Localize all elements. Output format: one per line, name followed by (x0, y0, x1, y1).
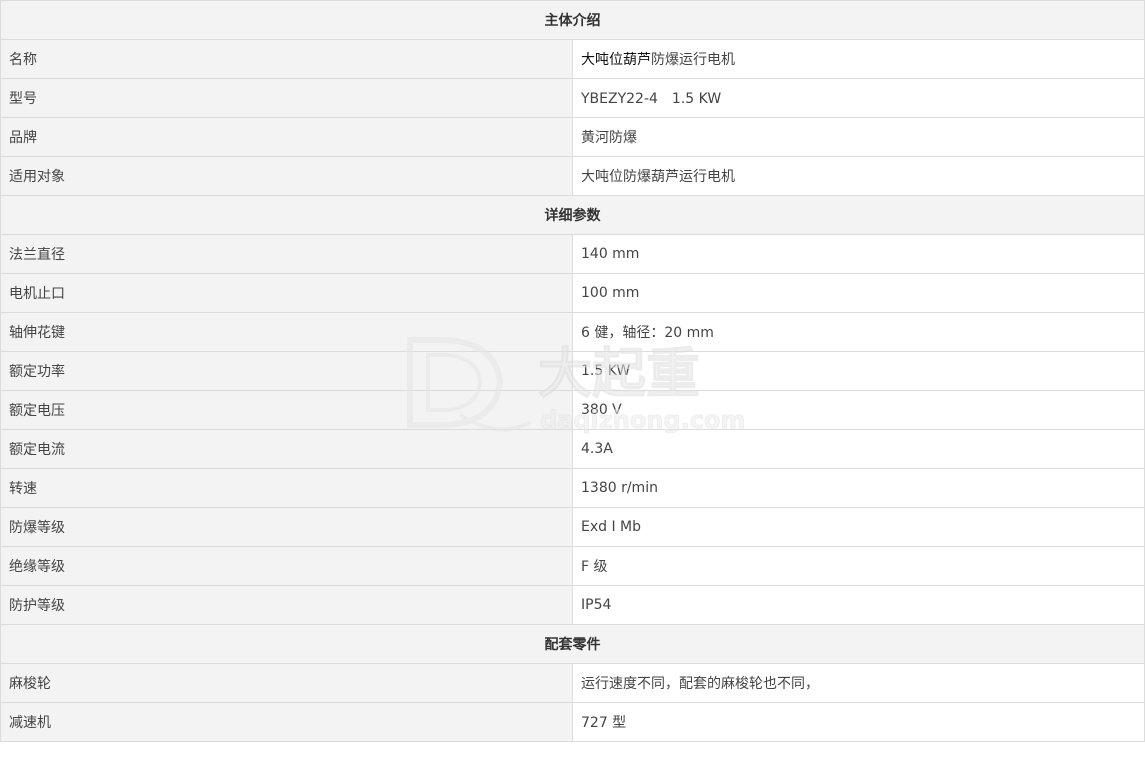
row-label: 麻梭轮 (0, 663, 573, 703)
table-row: 电机止口 100 mm (0, 273, 1145, 313)
row-label: 绝缘等级 (0, 546, 573, 586)
row-value: 1.5 KW (572, 351, 1145, 391)
row-value: 大吨位防爆葫芦运行电机 (572, 156, 1145, 196)
row-value-strong: 大吨位葫芦 (581, 52, 651, 68)
row-value: 大吨位葫芦防爆运行电机 (572, 39, 1145, 79)
row-label: 轴伸花键 (0, 312, 573, 352)
row-label: 额定电压 (0, 390, 573, 430)
row-label: 品牌 (0, 117, 573, 157)
section-title-params: 详细参数 (0, 195, 1145, 235)
row-label: 转速 (0, 468, 573, 508)
table-row: 防爆等级 Exd I Mb (0, 507, 1145, 547)
row-value: F 级 (572, 546, 1145, 586)
row-label: 名称 (0, 39, 573, 79)
table-row: 额定电流 4.3A (0, 429, 1145, 469)
table-row: 减速机 727 型 (0, 702, 1145, 742)
table-row: 轴伸花键 6 健，轴径：20 mm (0, 312, 1145, 352)
row-value: 黄河防爆 (572, 117, 1145, 157)
row-label: 额定功率 (0, 351, 573, 391)
section-row-params: 详细参数 (0, 195, 1145, 235)
spec-table: 主体介绍 名称 大吨位葫芦防爆运行电机 型号 YBEZY22-4 1.5 KW … (0, 0, 1145, 742)
row-label: 防爆等级 (0, 507, 573, 547)
table-row: 型号 YBEZY22-4 1.5 KW (0, 78, 1145, 118)
row-label: 减速机 (0, 702, 573, 742)
row-value: 100 mm (572, 273, 1145, 313)
table-row: 转速 1380 r/min (0, 468, 1145, 508)
row-label: 法兰直径 (0, 234, 573, 274)
row-label: 防护等级 (0, 585, 573, 625)
table-row: 防护等级 IP54 (0, 585, 1145, 625)
row-value: IP54 (572, 585, 1145, 625)
row-value: 727 型 (572, 702, 1145, 742)
table-row: 适用对象 大吨位防爆葫芦运行电机 (0, 156, 1145, 196)
row-value: Exd I Mb (572, 507, 1145, 547)
table-row: 额定功率 1.5 KW (0, 351, 1145, 391)
row-label: 额定电流 (0, 429, 573, 469)
table-row: 品牌 黄河防爆 (0, 117, 1145, 157)
table-row: 法兰直径 140 mm (0, 234, 1145, 274)
row-value: 380 V (572, 390, 1145, 430)
row-label: 电机止口 (0, 273, 573, 313)
row-value: 运行速度不同，配套的麻梭轮也不同， (572, 663, 1145, 703)
row-value-rest: 防爆运行电机 (651, 52, 735, 68)
section-title-parts: 配套零件 (0, 624, 1145, 664)
row-value: 4.3A (572, 429, 1145, 469)
row-value: YBEZY22-4 1.5 KW (572, 78, 1145, 118)
row-label: 适用对象 (0, 156, 573, 196)
row-value: 140 mm (572, 234, 1145, 274)
section-row-intro: 主体介绍 (0, 0, 1145, 40)
table-row: 额定电压 380 V (0, 390, 1145, 430)
section-row-parts: 配套零件 (0, 624, 1145, 664)
table-row: 名称 大吨位葫芦防爆运行电机 (0, 39, 1145, 79)
row-value: 1380 r/min (572, 468, 1145, 508)
section-title-intro: 主体介绍 (0, 0, 1145, 40)
table-row: 绝缘等级 F 级 (0, 546, 1145, 586)
table-row: 麻梭轮 运行速度不同，配套的麻梭轮也不同， (0, 663, 1145, 703)
row-label: 型号 (0, 78, 573, 118)
row-value: 6 健，轴径：20 mm (572, 312, 1145, 352)
